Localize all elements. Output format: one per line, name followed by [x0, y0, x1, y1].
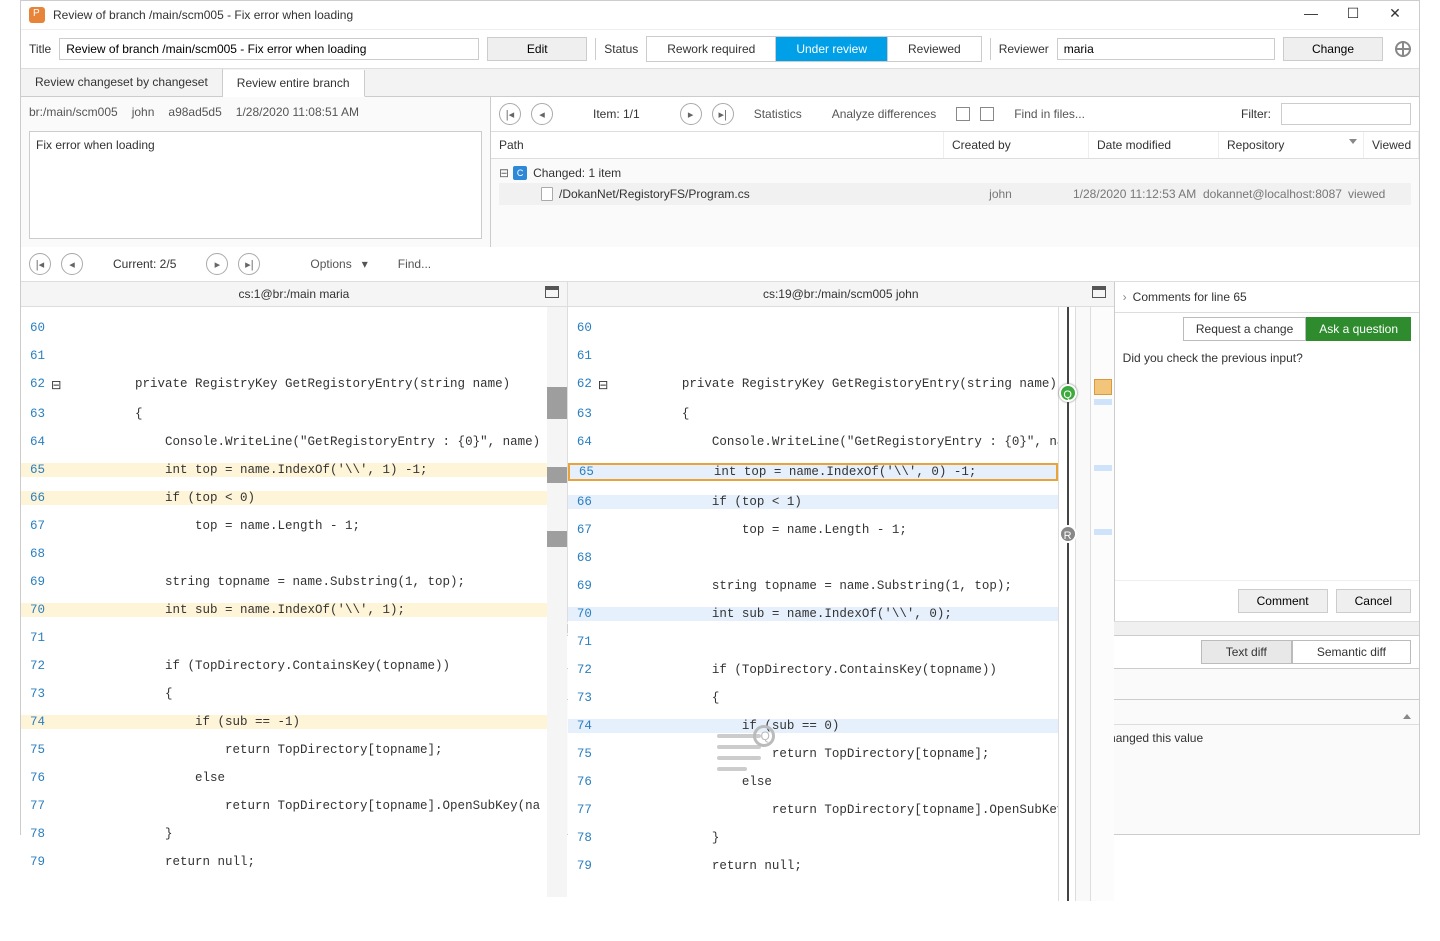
reviewer-input[interactable]: [1057, 38, 1275, 60]
branch-hash: a98ad5d5: [168, 105, 221, 119]
tab-branch[interactable]: Review entire branch: [223, 70, 365, 97]
code-header-left: cs:1@br:/main maria: [21, 282, 567, 307]
change-marker-icon[interactable]: R: [1059, 525, 1077, 543]
branch-info-pane: br:/main/scm005 john a98ad5d5 1/28/2020 …: [21, 97, 491, 247]
text-diff-button[interactable]: Text diff: [1201, 640, 1292, 664]
comments-title: Comments for line 65: [1133, 290, 1247, 304]
window-title: Review of branch /main/scm005 - Fix erro…: [53, 8, 1299, 22]
comment-textarea[interactable]: Did you check the previous input?: [1115, 345, 1419, 581]
code-pane-right: cs:19@br:/main/scm005 john 60 61 62⊟ pri…: [568, 282, 1114, 621]
window-icon[interactable]: [545, 286, 559, 298]
code-body-left[interactable]: 60 61 62⊟ private RegistryKey GetRegisto…: [21, 307, 547, 897]
marker-column: Q R: [1058, 307, 1076, 901]
statistics-link[interactable]: Statistics: [744, 107, 812, 121]
tree-group[interactable]: ⊟ C Changed: 1 item: [499, 163, 1411, 183]
diff-area: cs:1@br:/main maria 60 61 62⊟ private Re…: [21, 282, 1419, 621]
diff-current: Current: 2/5: [113, 257, 176, 271]
code-header-right: cs:19@br:/main/scm005 john: [568, 282, 1114, 307]
semantic-diff-button[interactable]: Semantic diff: [1292, 640, 1411, 664]
chevron-right-icon[interactable]: ›: [1123, 290, 1127, 304]
reviewer-label: Reviewer: [999, 42, 1049, 56]
diff-first-button[interactable]: |◂: [29, 253, 51, 275]
empty-questions-icon: [717, 727, 773, 783]
file-repo: dokannet@localhost:8087: [1203, 187, 1348, 201]
sort-asc-icon: [1403, 709, 1411, 719]
edit-button[interactable]: Edit: [487, 37, 587, 61]
diff-toolbar: |◂ ◂ Current: 2/5 ▸ ▸| Options ▾ Find...: [21, 247, 1419, 282]
changed-icon: C: [513, 166, 527, 180]
overview-ruler-left: [547, 307, 567, 897]
filter-input[interactable]: [1281, 103, 1411, 125]
file-icon: [541, 187, 553, 201]
col-repository[interactable]: Repository: [1219, 132, 1364, 158]
file-datemodified: 1/28/2020 11:12:53 AM: [1073, 187, 1203, 201]
comment-cancel-button[interactable]: Cancel: [1336, 589, 1411, 613]
scrollbar-right[interactable]: [1076, 307, 1090, 901]
titlebar: Review of branch /main/scm005 - Fix erro…: [21, 1, 1419, 30]
diff-last-button[interactable]: ▸|: [238, 253, 260, 275]
branch-description[interactable]: Fix error when loading: [29, 131, 482, 239]
col-path[interactable]: Path: [491, 132, 944, 158]
file-viewed: viewed: [1348, 187, 1403, 201]
view-tabs: Review changeset by changeset Review ent…: [21, 69, 1419, 97]
code-pane-left: cs:1@br:/main maria 60 61 62⊟ private Re…: [21, 282, 568, 621]
item-counter: Item: 1/1: [593, 107, 640, 121]
app-icon: [29, 7, 45, 23]
status-under-review[interactable]: Under review: [776, 37, 888, 61]
options-link[interactable]: Options ▾: [300, 257, 377, 271]
request-change-button[interactable]: Request a change: [1183, 317, 1306, 341]
branch-user: john: [132, 105, 155, 119]
status-tabs: Rework required Under review Reviewed: [646, 36, 981, 62]
title-label: Title: [29, 42, 51, 56]
comments-pane: › Comments for line 65 Request a change A…: [1114, 282, 1419, 621]
close-button[interactable]: ✕: [1383, 5, 1407, 25]
find-in-files-link[interactable]: Find in files...: [1004, 107, 1095, 121]
filter-label: Filter:: [1241, 107, 1271, 121]
question-marker-icon[interactable]: Q: [1059, 384, 1077, 402]
tab-changeset[interactable]: Review changeset by changeset: [21, 69, 223, 96]
file-grid-pane: |◂ ◂ Item: 1/1 ▸ ▸| Statistics Analyze d…: [491, 97, 1419, 247]
status-reviewed[interactable]: Reviewed: [888, 37, 981, 61]
file-row[interactable]: /DokanNet/RegistoryFS/Program.cs john 1/…: [499, 183, 1411, 205]
minimize-button[interactable]: —: [1299, 5, 1323, 25]
analyze-link[interactable]: Analyze differences: [822, 107, 947, 121]
header-row: Title Edit Status Rework required Under …: [21, 30, 1419, 69]
last-item-button[interactable]: ▸|: [712, 103, 734, 125]
maximize-button[interactable]: ☐: [1341, 5, 1365, 25]
checkbox2-icon[interactable]: [980, 107, 994, 121]
file-createdby: john: [928, 187, 1073, 201]
prev-item-button[interactable]: ◂: [531, 103, 553, 125]
globe-icon[interactable]: [1395, 41, 1411, 57]
branch-date: 1/28/2020 11:08:51 AM: [236, 105, 359, 119]
grid-header: Path Created by Date modified Repository…: [491, 132, 1419, 159]
status-rework[interactable]: Rework required: [647, 37, 776, 61]
file-path: /DokanNet/RegistoryFS/Program.cs: [559, 187, 928, 201]
find-link[interactable]: Find...: [388, 257, 441, 271]
col-viewed[interactable]: Viewed: [1364, 132, 1419, 158]
status-label: Status: [604, 42, 638, 56]
diff-prev-button[interactable]: ◂: [61, 253, 83, 275]
title-input[interactable]: [59, 38, 479, 60]
ask-question-button[interactable]: Ask a question: [1306, 317, 1411, 341]
code-body-right[interactable]: 60 61 62⊟ private RegistryKey GetRegisto…: [568, 307, 1058, 901]
first-item-button[interactable]: |◂: [499, 103, 521, 125]
window-icon[interactable]: [1092, 286, 1106, 298]
comment-submit-button[interactable]: Comment: [1238, 589, 1328, 613]
col-datemodified[interactable]: Date modified: [1089, 132, 1219, 158]
diff-next-button[interactable]: ▸: [206, 253, 228, 275]
branch-path: br:/main/scm005: [29, 105, 118, 119]
next-item-button[interactable]: ▸: [680, 103, 702, 125]
sort-indicator-icon: [1349, 139, 1357, 144]
checkbox-icon[interactable]: [956, 107, 970, 121]
change-button[interactable]: Change: [1283, 37, 1383, 61]
minimap-right[interactable]: [1090, 307, 1114, 901]
col-createdby[interactable]: Created by: [944, 132, 1089, 158]
